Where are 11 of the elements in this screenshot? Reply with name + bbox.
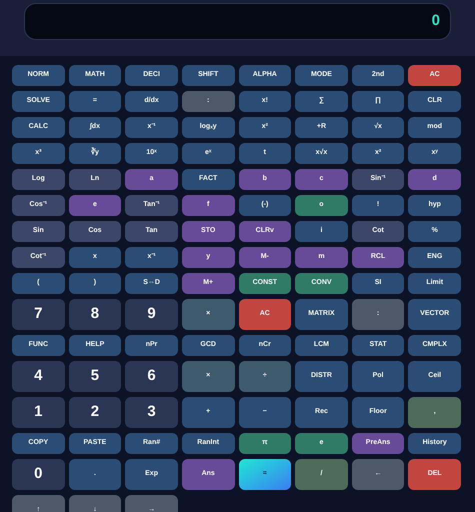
calculator-key[interactable]: 1: [12, 397, 65, 428]
calculator-key[interactable]: 5: [68, 361, 122, 392]
calculator-key[interactable]: 3: [125, 397, 178, 428]
display-value: 0: [432, 11, 440, 32]
calculator-key[interactable]: 7: [12, 299, 65, 330]
calculator-key[interactable]: 8: [68, 299, 122, 330]
calculator-key[interactable]: 6: [125, 361, 178, 392]
calculator-key[interactable]: 0: [12, 459, 65, 490]
calculator-key[interactable]: 2: [68, 397, 122, 428]
calculator-key[interactable]: 9: [125, 299, 178, 330]
calculator-key[interactable]: 4: [12, 361, 65, 392]
